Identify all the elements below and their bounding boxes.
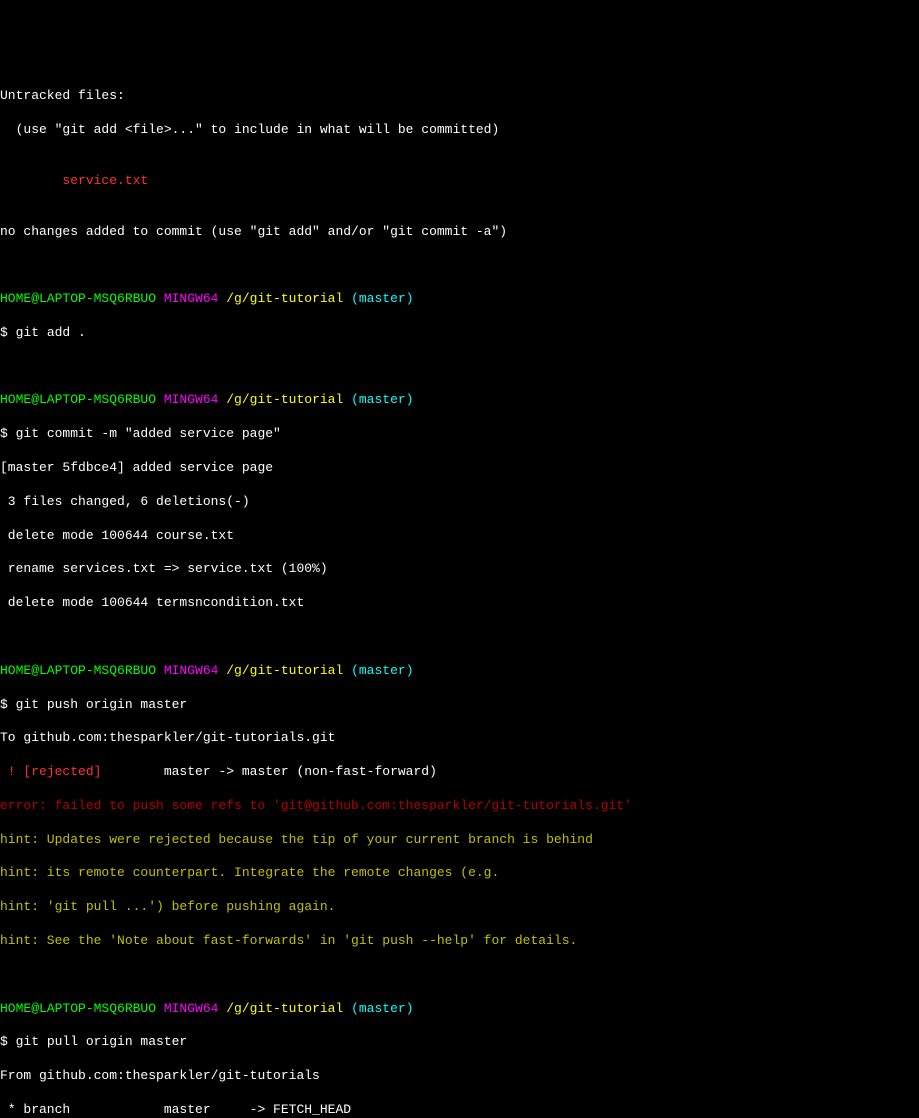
- blank-line: [0, 967, 919, 984]
- prompt-user-host: HOME@LAPTOP-MSQ6RBUO: [0, 1001, 156, 1016]
- commit-output: rename services.txt => service.txt (100%…: [0, 561, 919, 578]
- prompt-mingw: MINGW64: [156, 663, 218, 678]
- prompt-path: /g/git-tutorial: [218, 1001, 343, 1016]
- prompt-dollar: $: [0, 325, 16, 340]
- command-git-pull: git pull origin master: [16, 1034, 188, 1049]
- push-hint: hint: its remote counterpart. Integrate …: [0, 865, 919, 882]
- prompt-user-host: HOME@LAPTOP-MSQ6RBUO: [0, 291, 156, 306]
- push-error: error: failed to push some refs to 'git@…: [0, 798, 919, 815]
- prompt-user-host: HOME@LAPTOP-MSQ6RBUO: [0, 663, 156, 678]
- command-line: $ git pull origin master: [0, 1034, 919, 1051]
- pull-from: From github.com:thesparkler/git-tutorial…: [0, 1068, 919, 1085]
- push-rejected: ! [rejected] master -> master (non-fast-…: [0, 764, 919, 781]
- blank-line: [0, 629, 919, 646]
- commit-output: delete mode 100644 course.txt: [0, 528, 919, 545]
- command-line: $ git add .: [0, 325, 919, 342]
- prompt-dollar: $: [0, 426, 16, 441]
- prompt-path: /g/git-tutorial: [218, 291, 343, 306]
- commit-output: 3 files changed, 6 deletions(-): [0, 494, 919, 511]
- prompt-line: HOME@LAPTOP-MSQ6RBUO MINGW64 /g/git-tuto…: [0, 663, 919, 680]
- prompt-branch: (master): [343, 392, 413, 407]
- commit-output: [master 5fdbce4] added service page: [0, 460, 919, 477]
- push-hint: hint: 'git pull ...') before pushing aga…: [0, 899, 919, 916]
- prompt-dollar: $: [0, 1034, 16, 1049]
- untracked-file: service.txt: [0, 173, 919, 190]
- pull-branch: * branch master -> FETCH_HEAD: [0, 1102, 919, 1118]
- status-untracked-hint: (use "git add <file>..." to include in w…: [0, 122, 919, 139]
- status-untracked-header: Untracked files:: [0, 88, 919, 105]
- prompt-mingw: MINGW64: [156, 291, 218, 306]
- push-to: To github.com:thesparkler/git-tutorials.…: [0, 730, 919, 747]
- blank-line: [0, 257, 919, 274]
- push-hint: hint: Updates were rejected because the …: [0, 832, 919, 849]
- commit-output: delete mode 100644 termsncondition.txt: [0, 595, 919, 612]
- prompt-branch: (master): [343, 663, 413, 678]
- command-git-commit: git commit -m "added service page": [16, 426, 281, 441]
- prompt-mingw: MINGW64: [156, 392, 218, 407]
- rejected-label: ! [rejected]: [0, 764, 101, 779]
- prompt-dollar: $: [0, 697, 16, 712]
- prompt-user-host: HOME@LAPTOP-MSQ6RBUO: [0, 392, 156, 407]
- prompt-mingw: MINGW64: [156, 1001, 218, 1016]
- prompt-line: HOME@LAPTOP-MSQ6RBUO MINGW64 /g/git-tuto…: [0, 291, 919, 308]
- prompt-branch: (master): [343, 1001, 413, 1016]
- command-git-push: git push origin master: [16, 697, 188, 712]
- rejected-ref: master -> master (non-fast-forward): [101, 764, 436, 779]
- blank-line: [0, 359, 919, 376]
- command-line: $ git push origin master: [0, 697, 919, 714]
- command-line: $ git commit -m "added service page": [0, 426, 919, 443]
- prompt-path: /g/git-tutorial: [218, 392, 343, 407]
- prompt-line: HOME@LAPTOP-MSQ6RBUO MINGW64 /g/git-tuto…: [0, 1001, 919, 1018]
- prompt-branch: (master): [343, 291, 413, 306]
- push-hint: hint: See the 'Note about fast-forwards'…: [0, 933, 919, 950]
- command-git-add: git add .: [16, 325, 86, 340]
- terminal-output[interactable]: Untracked files: (use "git add <file>...…: [0, 72, 919, 1118]
- prompt-line: HOME@LAPTOP-MSQ6RBUO MINGW64 /g/git-tuto…: [0, 392, 919, 409]
- prompt-path: /g/git-tutorial: [218, 663, 343, 678]
- status-no-changes: no changes added to commit (use "git add…: [0, 224, 919, 241]
